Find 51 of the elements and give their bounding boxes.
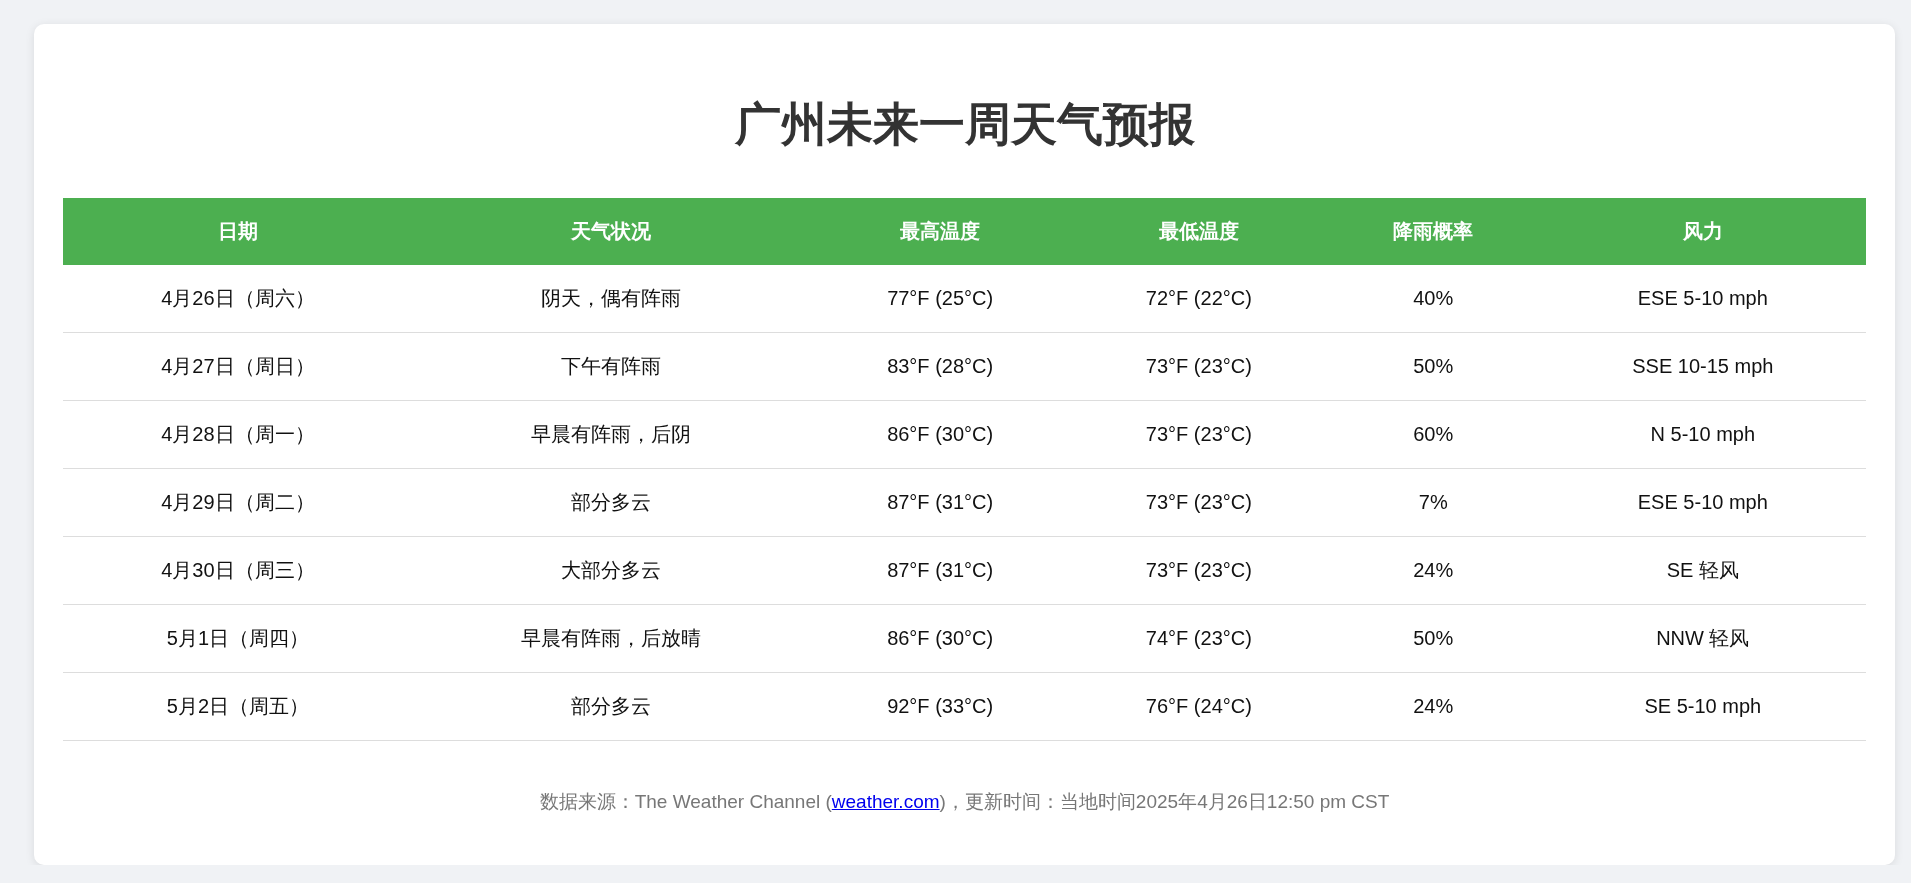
table-cell: 50%: [1326, 604, 1540, 673]
table-cell: N 5-10 mph: [1539, 400, 1866, 469]
table-cell: 4月28日（周一）: [63, 400, 413, 469]
table-cell: 72°F (22°C): [1070, 265, 1327, 333]
table-cell: SSE 10-15 mph: [1539, 332, 1866, 401]
table-cell: 部分多云: [412, 672, 810, 741]
table-cell: 77°F (25°C): [809, 265, 1071, 333]
table-cell: 4月30日（周三）: [63, 536, 413, 605]
table-cell: 7%: [1326, 468, 1540, 537]
column-header: 日期: [63, 198, 413, 265]
table-cell: 早晨有阵雨，后阴: [412, 400, 810, 469]
table-cell: 74°F (23°C): [1070, 604, 1327, 673]
table-cell: NNW 轻风: [1539, 604, 1866, 673]
column-header: 风力: [1539, 198, 1866, 265]
table-cell: 86°F (30°C): [809, 400, 1071, 469]
table-cell: 5月2日（周五）: [63, 672, 413, 741]
column-header: 最低温度: [1070, 198, 1327, 265]
column-header: 天气状况: [412, 198, 810, 265]
table-cell: 4月29日（周二）: [63, 468, 413, 537]
table-cell: 73°F (23°C): [1070, 536, 1327, 605]
table-cell: 早晨有阵雨，后放晴: [412, 604, 810, 673]
table-cell: 87°F (31°C): [809, 536, 1071, 605]
table-cell: 87°F (31°C): [809, 468, 1071, 537]
table-cell: 92°F (33°C): [809, 672, 1071, 741]
table-cell: 5月1日（周四）: [63, 604, 413, 673]
source-note: 数据来源：The Weather Channel (weather.com)，更新时间：当地时间2025年4月26日12:50 pm CST: [538, 790, 1391, 814]
table-cell: 40%: [1326, 265, 1540, 333]
table-cell: 下午有阵雨: [412, 332, 810, 401]
table-cell: 83°F (28°C): [809, 332, 1071, 401]
table-cell: 73°F (23°C): [1070, 332, 1327, 401]
table-cell: 73°F (23°C): [1070, 400, 1327, 469]
table-cell: 大部分多云: [412, 536, 810, 605]
table-cell: 76°F (24°C): [1070, 672, 1327, 741]
table-cell: 4月26日（周六）: [63, 265, 413, 333]
table-cell: SE 5-10 mph: [1539, 672, 1866, 741]
table-cell: 24%: [1326, 672, 1540, 741]
table-cell: 60%: [1326, 400, 1540, 469]
table-cell: ESE 5-10 mph: [1539, 468, 1866, 537]
column-header: 最高温度: [809, 198, 1071, 265]
source-link[interactable]: weather.com: [831, 791, 940, 812]
table-cell: 73°F (23°C): [1070, 468, 1327, 537]
table-cell: SE 轻风: [1539, 536, 1866, 605]
table-cell: 阴天，偶有阵雨: [412, 265, 810, 333]
column-header: 降雨概率: [1326, 198, 1540, 265]
page-title: 广州未来一周天气预报: [733, 97, 1196, 152]
table-cell: 4月27日（周日）: [63, 332, 413, 401]
table-cell: ESE 5-10 mph: [1539, 265, 1866, 333]
table-cell: 部分多云: [412, 468, 810, 537]
table-cell: 50%: [1326, 332, 1540, 401]
table-cell: 86°F (30°C): [809, 604, 1071, 673]
table-cell: 24%: [1326, 536, 1540, 605]
